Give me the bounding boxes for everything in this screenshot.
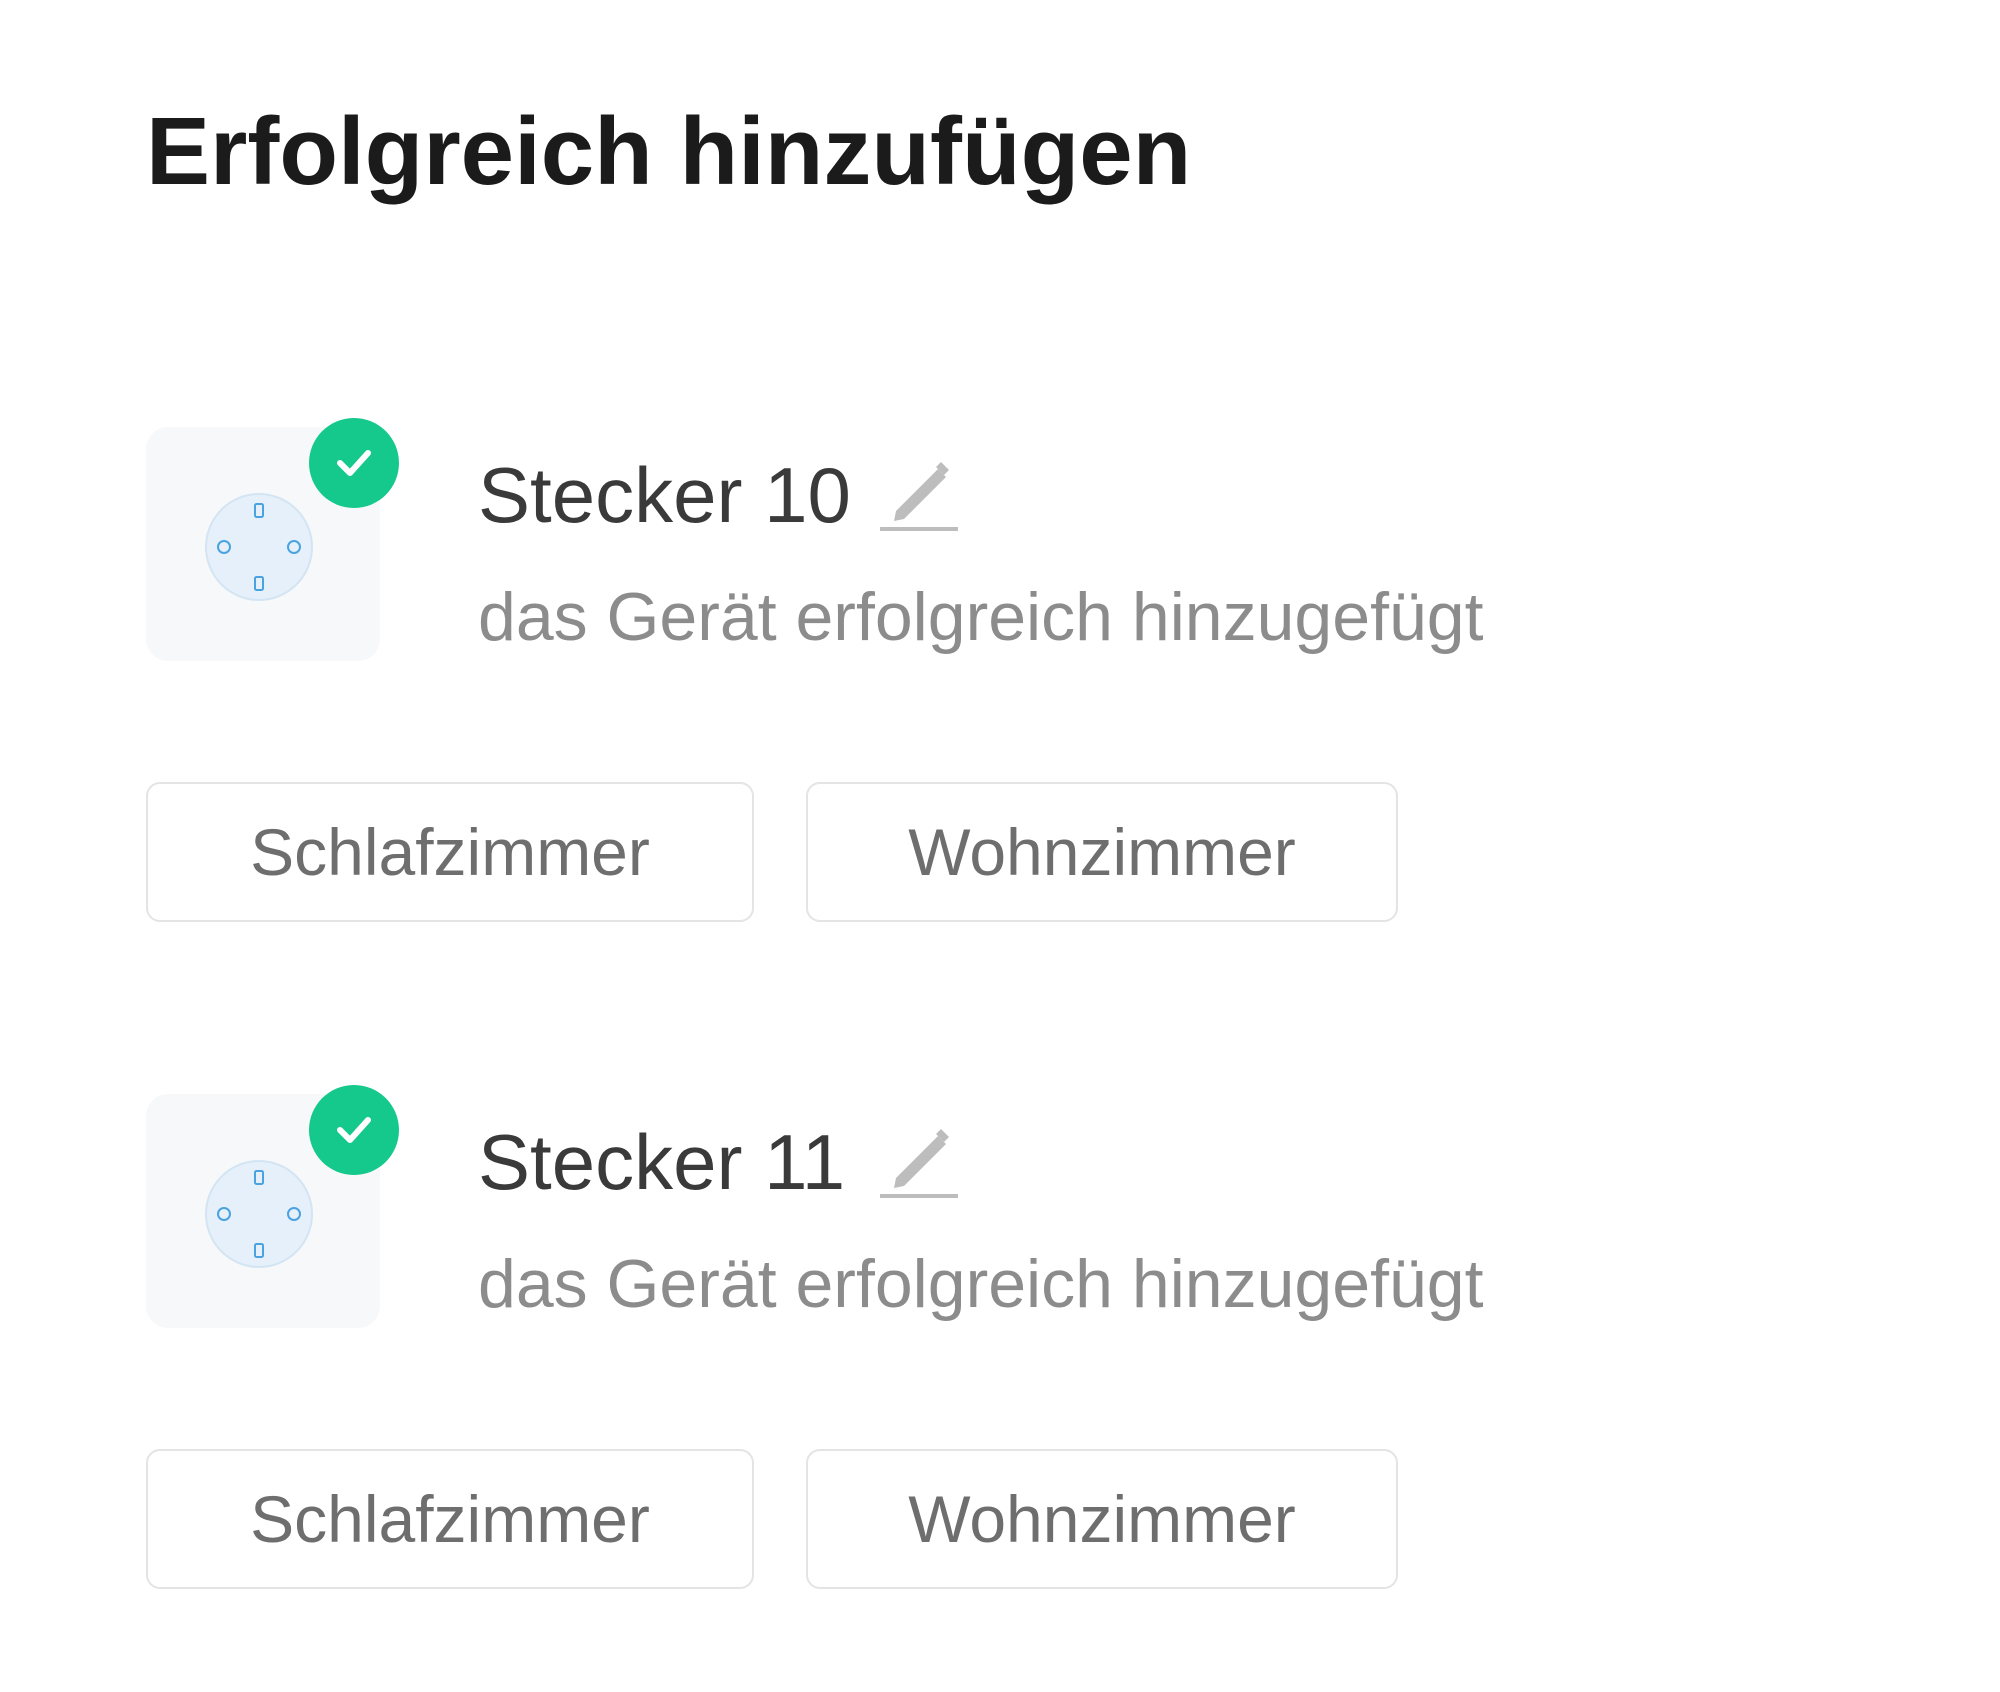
edit-name-icon[interactable] xyxy=(878,1118,958,1202)
smart-plug-icon xyxy=(205,493,313,601)
room-option-schlafzimmer[interactable]: Schlafzimmer xyxy=(146,1449,754,1589)
room-option-wohnzimmer[interactable]: Wohnzimmer xyxy=(806,782,1398,922)
device-card: Stecker 11 das Gerät erfolgreich hinzuge… xyxy=(0,1085,2000,1614)
smart-plug-icon xyxy=(205,1160,313,1268)
device-name: Stecker 10 xyxy=(478,451,851,539)
room-option-wohnzimmer[interactable]: Wohnzimmer xyxy=(806,1449,1398,1589)
success-check-icon xyxy=(309,418,399,508)
device-name: Stecker 11 xyxy=(478,1118,846,1206)
page-title: Erfolgreich hinzufügen xyxy=(146,98,1192,205)
edit-name-icon[interactable] xyxy=(878,451,958,535)
device-card: Stecker 10 das Gerät erfolgreich hinzuge… xyxy=(0,418,2000,947)
device-status: das Gerät erfolgreich hinzugefügt xyxy=(478,1246,1484,1322)
success-check-icon xyxy=(309,1085,399,1175)
room-option-schlafzimmer[interactable]: Schlafzimmer xyxy=(146,782,754,922)
device-status: das Gerät erfolgreich hinzugefügt xyxy=(478,579,1484,655)
